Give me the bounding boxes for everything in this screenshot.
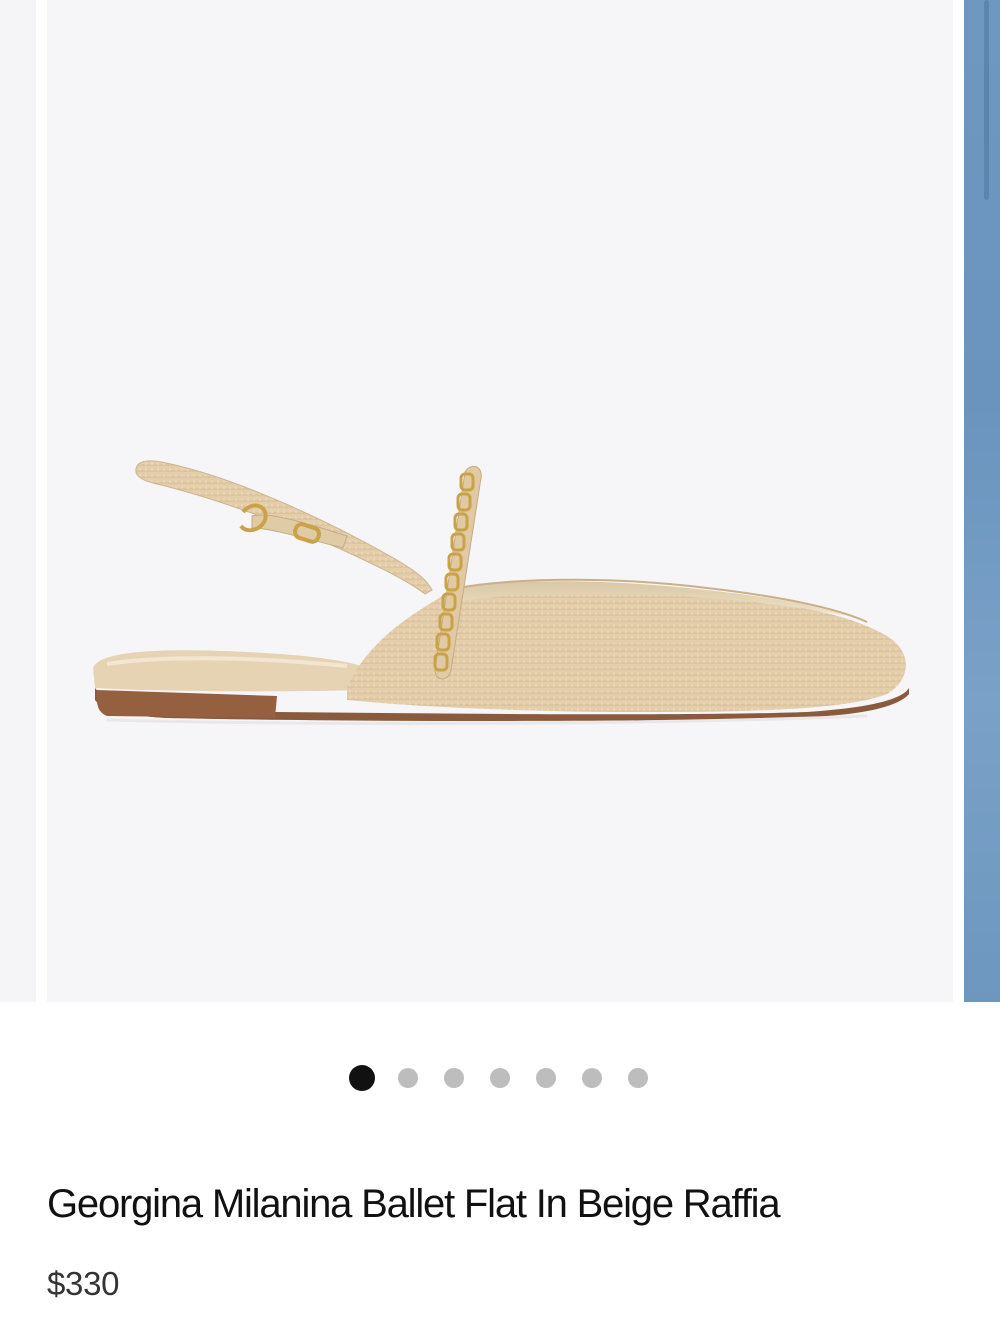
next-slide-peek[interactable] [964,0,1000,1002]
product-image-carousel[interactable] [0,0,1000,1002]
pagination-dot-7[interactable] [628,1068,648,1088]
product-image-slide[interactable] [47,0,953,1002]
pagination-dot-5[interactable] [536,1068,556,1088]
pagination-dot-4[interactable] [490,1068,510,1088]
previous-slide-peek[interactable] [0,0,36,1002]
scroll-indicator [984,0,989,200]
pagination-dot-6[interactable] [582,1068,602,1088]
pagination-dot-1[interactable] [349,1065,375,1091]
product-title: Georgina Milanina Ballet Flat In Beige R… [47,1182,781,1226]
carousel-pagination [0,1065,1000,1091]
ballet-flat-image [93,460,909,725]
pagination-dot-3[interactable] [444,1068,464,1088]
product-price: $330 [47,1265,120,1302]
pagination-dot-2[interactable] [398,1068,418,1088]
